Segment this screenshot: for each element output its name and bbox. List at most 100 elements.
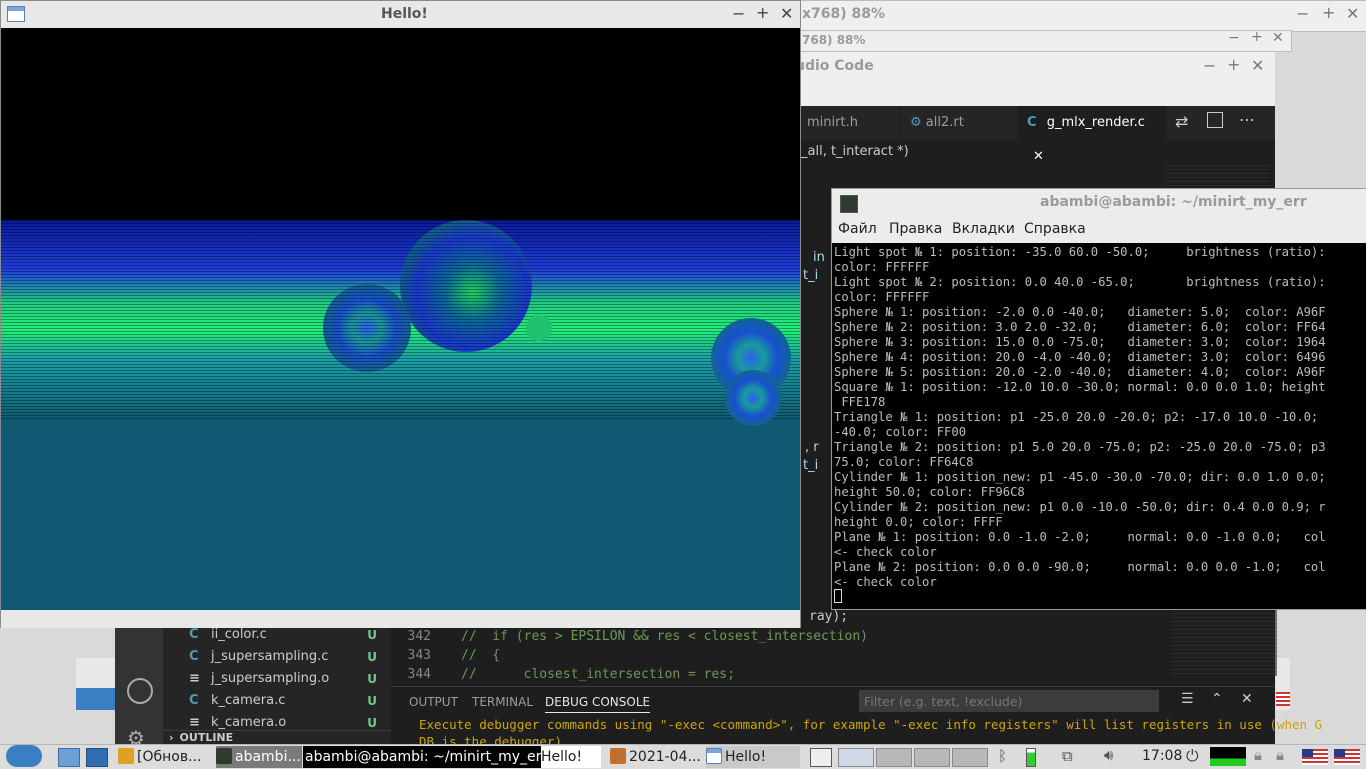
background-window-2-title: 768) 88% bbox=[802, 33, 866, 47]
outline-section-header[interactable]: › OUTLINE bbox=[163, 730, 391, 745]
maximize-icon[interactable]: + bbox=[756, 3, 769, 22]
binary-file-icon: ≡ bbox=[189, 671, 200, 686]
maximize-icon[interactable]: + bbox=[1227, 55, 1240, 74]
tab-g-mlx-render-c[interactable]: C g_mlx_render.c ✕ bbox=[1017, 106, 1167, 164]
power-icon[interactable]: ⏻ bbox=[1186, 746, 1199, 766]
maximize-icon[interactable]: + bbox=[1251, 29, 1263, 45]
file-name: k_camera.c bbox=[211, 693, 286, 708]
minimize-icon[interactable]: − bbox=[1296, 4, 1309, 23]
start-menu-icon[interactable] bbox=[6, 745, 42, 767]
workspace-3[interactable] bbox=[914, 748, 950, 767]
tab-all2-rt[interactable]: ⚙ all2.rt bbox=[899, 106, 1015, 140]
close-tab-icon[interactable]: ✕ bbox=[1033, 149, 1044, 164]
menu-edit[interactable]: Правка bbox=[889, 221, 942, 237]
close-icon[interactable]: ✕ bbox=[1346, 4, 1359, 23]
terminal-window: abambi@abambi: ~/minirt_my_err Файл Прав… bbox=[831, 188, 1366, 610]
more-actions-icon[interactable]: ⋯ bbox=[1239, 110, 1255, 129]
terminal-titlebar: abambi@abambi: ~/minirt_my_err bbox=[832, 189, 1366, 217]
terminal-line: Sphere № 1: position: -2.0 0.0 -40.0; di… bbox=[834, 305, 1326, 319]
workspace-4[interactable] bbox=[952, 748, 988, 767]
compare-changes-icon[interactable]: ⇄ bbox=[1175, 112, 1188, 131]
line-number: 342 bbox=[407, 629, 431, 644]
list-item[interactable]: ≡ j_supersampling.o U bbox=[163, 668, 393, 690]
git-status: U bbox=[367, 694, 377, 708]
window-icon bbox=[7, 6, 25, 22]
taskbar-item-hello-1[interactable]: Hello! bbox=[541, 746, 601, 768]
code-line[interactable]: 343 // { bbox=[391, 646, 1291, 665]
list-item[interactable]: Cj_supersampling.c U bbox=[163, 646, 393, 668]
render-canvas[interactable] bbox=[1, 28, 800, 628]
terminal-line: height 0.0; color: FFFF bbox=[834, 515, 1003, 529]
hello-titlebar: Hello! − + ✕ bbox=[1, 1, 800, 28]
close-icon[interactable]: ✕ bbox=[1272, 30, 1284, 46]
hello-window: Hello! − + ✕ bbox=[0, 0, 801, 628]
code-fragment: t_i bbox=[803, 458, 819, 473]
minimize-icon[interactable]: − bbox=[732, 4, 745, 23]
terminal-line: Cylinder № 1: position_new: p1 -45.0 -30… bbox=[834, 470, 1326, 484]
taskbar-item-terminal-2[interactable]: abambi@abambi: ~/minirt_my_err bbox=[303, 746, 543, 768]
collapse-all-icon[interactable]: ☰ bbox=[1181, 691, 1194, 707]
code-fragment: ray); bbox=[809, 609, 849, 624]
clock[interactable]: 17:08 bbox=[1142, 748, 1182, 764]
terminal-line: Triangle № 2: position: p1 5.0 20.0 -75.… bbox=[834, 440, 1326, 454]
taskbar-item-update[interactable]: [Обнов... bbox=[118, 746, 214, 768]
keyboard-layout-flag-icon[interactable] bbox=[1334, 749, 1360, 765]
tab-label: g_mlx_render.c bbox=[1046, 115, 1145, 130]
terminal-title: abambi@abambi: ~/minirt_my_err bbox=[1040, 194, 1307, 210]
taskbar-item-terminal-1[interactable]: abambi... bbox=[216, 746, 302, 768]
maximize-icon[interactable]: + bbox=[1322, 3, 1335, 22]
breadcrumb[interactable]: _all, t_interact *) bbox=[801, 144, 909, 159]
minimize-icon[interactable]: − bbox=[1203, 56, 1216, 75]
menu-file[interactable]: Файл bbox=[838, 221, 877, 237]
file-manager-icon[interactable] bbox=[58, 748, 80, 767]
show-desktop-icon[interactable] bbox=[810, 748, 832, 767]
terminal-line: Sphere № 2: position: 3.0 2.0 -32.0; dia… bbox=[834, 320, 1326, 334]
panel-tab-terminal[interactable]: TERMINAL bbox=[472, 695, 533, 709]
tab-minirt-h[interactable]: minirt.h bbox=[797, 106, 893, 140]
battery-icon[interactable] bbox=[1026, 748, 1036, 767]
vscode-titlebar: udio Code − + ✕ bbox=[795, 52, 1275, 106]
list-item[interactable]: Ck_camera.c U bbox=[163, 690, 393, 712]
bluetooth-icon[interactable]: ᛒ bbox=[998, 747, 1007, 765]
taskbar-item-image-viewer[interactable]: 2021-04... bbox=[610, 746, 702, 768]
split-editor-icon[interactable] bbox=[1207, 112, 1223, 128]
terminal-line: Plane № 2: position: 0.0 0.0 -90.0; norm… bbox=[834, 560, 1326, 574]
taskbar-item-hello-2[interactable]: Hello! bbox=[706, 746, 800, 768]
terminal-line: Triangle № 1: position: p1 -25.0 20.0 -2… bbox=[834, 410, 1319, 424]
tab-label: minirt.h bbox=[807, 115, 858, 130]
terminal-body[interactable]: Light spot № 1: position: -35.0 60.0 -50… bbox=[832, 243, 1366, 609]
close-icon[interactable]: ✕ bbox=[780, 4, 793, 23]
floor-plane bbox=[1, 420, 800, 610]
close-panel-icon[interactable]: ✕ bbox=[1241, 691, 1253, 707]
volume-icon[interactable]: 🔊︎ bbox=[1104, 746, 1113, 764]
vscode-title: udio Code bbox=[795, 58, 874, 74]
account-icon[interactable] bbox=[127, 678, 153, 704]
sphere-left-stripes bbox=[323, 284, 411, 372]
desktop-panel-icon[interactable] bbox=[76, 688, 116, 710]
workspace-2[interactable] bbox=[876, 748, 912, 767]
minimize-icon[interactable]: − bbox=[1228, 30, 1240, 46]
lock-icon[interactable]: 🔒︎ bbox=[1276, 746, 1284, 764]
terminal-icon bbox=[216, 748, 232, 764]
chevron-right-icon: › bbox=[169, 731, 174, 744]
menu-help[interactable]: Справка bbox=[1024, 221, 1086, 237]
network-icon[interactable]: ⧉ bbox=[1062, 747, 1073, 765]
panel-tab-debug-console[interactable]: DEBUG CONSOLE bbox=[545, 695, 651, 713]
terminal-launcher-icon[interactable] bbox=[86, 748, 108, 767]
code-line[interactable]: 344 // closest_intersection = res; bbox=[391, 665, 1291, 684]
outline-label: OUTLINE bbox=[179, 731, 234, 744]
taskbar-item-label: abambi@abambi: ~/minirt_my_err bbox=[305, 749, 543, 765]
line-number: 343 bbox=[407, 648, 431, 663]
menu-tabs[interactable]: Вкладки bbox=[952, 221, 1015, 237]
file-name: ii_color.c bbox=[211, 627, 267, 642]
chevron-up-icon[interactable]: ⌃ bbox=[1211, 691, 1223, 707]
close-icon[interactable]: ✕ bbox=[1251, 56, 1264, 75]
filter-input[interactable] bbox=[859, 690, 1159, 712]
lock-icon[interactable]: 🔒︎ bbox=[1254, 746, 1262, 764]
panel-tab-output[interactable]: OUTPUT bbox=[409, 695, 458, 709]
c-file-icon: C bbox=[189, 649, 199, 664]
code-line[interactable]: 342 // if (res > EPSILON && res < closest… bbox=[391, 627, 1291, 646]
terminal-line: color: FFFFFF bbox=[834, 260, 930, 274]
keyboard-layout-flag-icon[interactable] bbox=[1302, 749, 1328, 765]
workspace-1[interactable] bbox=[838, 748, 874, 767]
